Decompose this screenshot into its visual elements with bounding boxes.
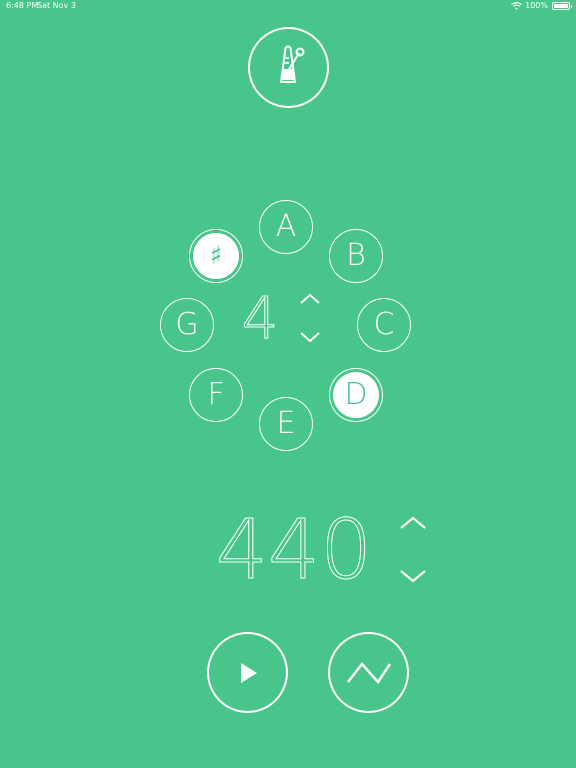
octave-value: 4 [236, 283, 284, 353]
metronome-button[interactable] [248, 27, 329, 108]
wifi-icon [511, 2, 522, 10]
note-e-button[interactable]: E [259, 397, 313, 451]
battery-icon [552, 2, 572, 10]
note-c-button[interactable]: C [357, 298, 411, 352]
note-e-label: E [276, 406, 296, 441]
note-f-label: F [207, 377, 225, 412]
sharp-toggle-button[interactable]: ♯ [189, 229, 243, 283]
note-a-button[interactable]: A [259, 200, 313, 254]
note-g-label: G [175, 307, 199, 342]
play-icon [240, 662, 257, 683]
note-g-button[interactable]: G [160, 298, 214, 352]
status-indicators: 100% [511, 0, 572, 12]
frequency-digits: 440 [215, 503, 373, 599]
status-date: Sat Nov 3 [37, 1, 76, 10]
chevron-up-icon [400, 516, 426, 529]
status-time: 6:48 PM [6, 1, 39, 10]
note-d-label: D [344, 377, 368, 412]
battery-percent: 100% [525, 1, 548, 10]
chevron-down-icon [300, 332, 320, 343]
status-bar: 6:48 PM Sat Nov 3 100% [0, 0, 576, 14]
svg-text:4: 4 [242, 290, 279, 346]
waveform-button[interactable] [328, 632, 409, 713]
frequency-up-button[interactable] [399, 516, 427, 530]
metronome-icon [269, 42, 309, 94]
octave-up-button[interactable] [299, 293, 321, 305]
note-f-button[interactable]: F [189, 368, 243, 422]
note-b-button[interactable]: B [329, 229, 383, 283]
chevron-down-icon [400, 570, 426, 583]
octave-digit: 4 [241, 290, 279, 346]
play-button[interactable] [207, 632, 288, 713]
note-a-label: A [275, 209, 297, 244]
note-c-label: C [373, 307, 395, 342]
note-b-label: B [346, 238, 366, 273]
svg-text:440: 440 [216, 505, 373, 587]
octave-down-button[interactable] [299, 331, 321, 343]
sawtooth-wave-icon [346, 661, 391, 684]
chevron-up-icon [300, 293, 320, 304]
sharp-icon: ♯ [209, 241, 223, 271]
frequency-down-button[interactable] [399, 569, 427, 583]
frequency-value: 440 [214, 503, 374, 599]
note-d-button[interactable]: D [329, 368, 383, 422]
